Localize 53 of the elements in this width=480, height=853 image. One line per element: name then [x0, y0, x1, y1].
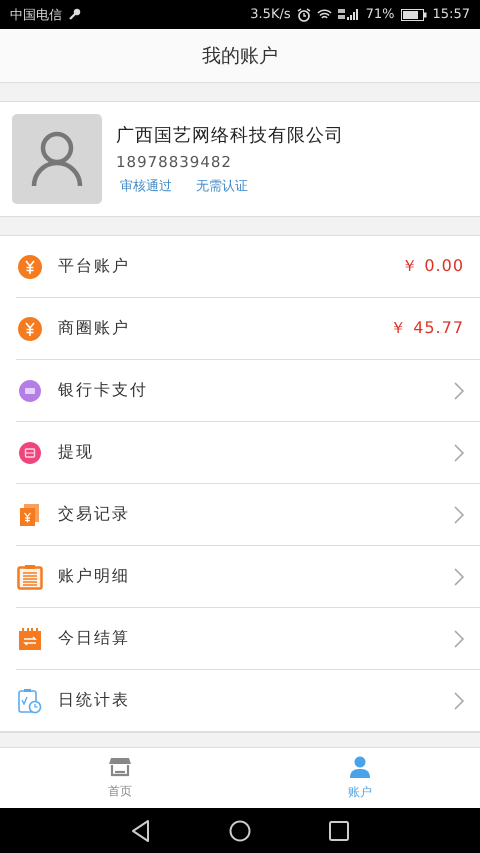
menu-label: 账户明细 — [58, 566, 131, 587]
menu-row[interactable]: 交易记录 — [16, 483, 480, 545]
clock-time: 15:57 — [432, 7, 470, 22]
status-label: 无需认证 — [196, 178, 248, 195]
battery-icon — [400, 8, 427, 20]
company-name: 广西国艺网络科技有限公司 — [116, 124, 344, 147]
clock-sheet-icon — [18, 688, 42, 714]
menu-row[interactable]: 日统计表 — [16, 669, 480, 731]
store-icon — [109, 756, 131, 776]
menu-label: 银行卡支付 — [58, 380, 149, 401]
recents-icon[interactable] — [329, 820, 349, 840]
back-icon[interactable] — [131, 820, 151, 842]
status-label: 审核通过 — [120, 178, 172, 195]
receipt-icon — [20, 504, 40, 526]
tab-item[interactable]: 首页 — [0, 748, 240, 808]
menu-label: 商圈账户 — [58, 318, 131, 339]
menu-row[interactable]: 账户明细 — [16, 545, 480, 607]
chevron-right-icon — [454, 382, 464, 400]
menu-row[interactable]: 今日结算 — [16, 607, 480, 669]
chevron-right-icon — [454, 630, 464, 648]
menu-row[interactable]: 提现 — [16, 421, 480, 483]
person-icon — [30, 130, 84, 188]
menu-row[interactable]: 平台账户 ￥ 0.00 — [0, 236, 480, 297]
yen-coin-icon — [18, 254, 42, 278]
clipboard-icon — [17, 564, 43, 590]
menu-label: 平台账户 — [58, 256, 131, 277]
network-speed: 3.5K/s — [250, 7, 291, 22]
menu-label: 交易记录 — [58, 504, 131, 525]
yen-coin-icon — [18, 316, 42, 340]
person-icon — [350, 756, 370, 778]
chevron-right-icon — [454, 444, 464, 462]
chevron-right-icon — [454, 692, 464, 710]
menu-label: 今日结算 — [58, 628, 131, 649]
balance-amount: ￥ 45.77 — [390, 318, 464, 339]
key-icon — [68, 8, 81, 21]
wifi-icon — [316, 8, 332, 20]
menu-row[interactable]: 商圈账户 ￥ 45.77 — [16, 297, 480, 359]
chevron-right-icon — [454, 506, 464, 524]
card-icon — [19, 380, 41, 402]
menu-row[interactable]: 银行卡支付 — [16, 359, 480, 421]
carrier-name: 中国电信 — [10, 6, 62, 24]
menu-label: 提现 — [58, 442, 95, 463]
menu-label: 日统计表 — [58, 690, 131, 711]
wallet-icon — [19, 442, 41, 464]
alarm-icon — [296, 8, 311, 22]
home-icon[interactable] — [229, 820, 251, 842]
balance-amount: ￥ 0.00 — [401, 256, 464, 277]
battery-percent: 71% — [366, 7, 395, 22]
phone-number: 18978839482 — [116, 153, 233, 171]
page-title: 我的账户 — [202, 44, 278, 68]
calendar-icon — [19, 628, 41, 650]
signal-icon — [338, 8, 360, 21]
chevron-right-icon — [454, 568, 464, 586]
